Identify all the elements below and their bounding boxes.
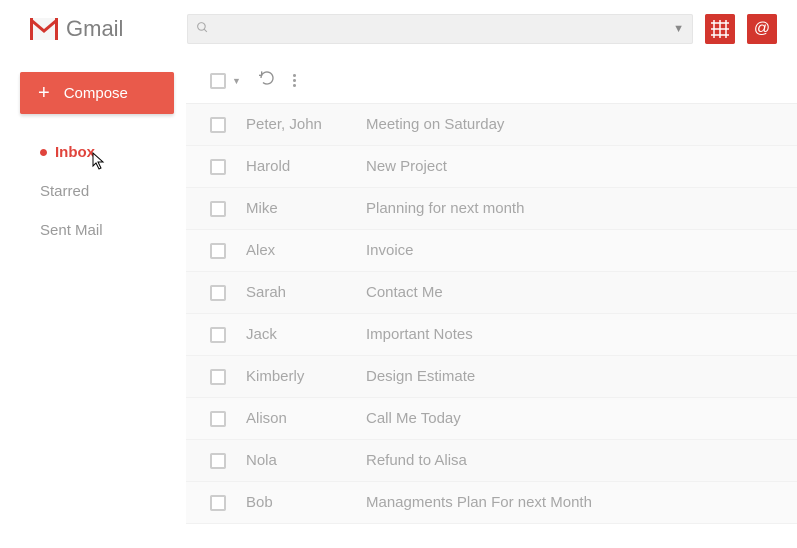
- mail-row[interactable]: Harold New Project: [186, 146, 797, 188]
- compose-label: Compose: [64, 85, 128, 102]
- mail-sender: Sarah: [246, 284, 346, 301]
- mail-row[interactable]: Jack Important Notes: [186, 314, 797, 356]
- mail-sender: Peter, John: [246, 116, 346, 133]
- mail-subject: Invoice: [366, 242, 414, 259]
- logo[interactable]: Gmail: [30, 16, 175, 42]
- nav-label: Starred: [40, 183, 89, 200]
- mail-subject: Contact Me: [366, 284, 443, 301]
- unread-dot-icon: [40, 149, 47, 156]
- row-checkbox[interactable]: [210, 369, 226, 385]
- row-checkbox[interactable]: [210, 453, 226, 469]
- mail-sender: Jack: [246, 326, 346, 343]
- search-input[interactable]: ▼: [187, 14, 693, 44]
- sidebar-item-inbox[interactable]: Inbox: [40, 144, 174, 161]
- gmail-logo-icon: [30, 18, 58, 40]
- select-all-checkbox[interactable]: [210, 73, 226, 89]
- row-checkbox[interactable]: [210, 243, 226, 259]
- sidebar-item-starred[interactable]: Starred: [40, 183, 174, 200]
- mail-sender: Alison: [246, 410, 346, 427]
- mail-row[interactable]: Alison Call Me Today: [186, 398, 797, 440]
- mail-subject: Call Me Today: [366, 410, 461, 427]
- mail-subject: Design Estimate: [366, 368, 475, 385]
- mail-subject: Refund to Alisa: [366, 452, 467, 469]
- mail-sender: Harold: [246, 158, 346, 175]
- row-checkbox[interactable]: [210, 117, 226, 133]
- mail-subject: Meeting on Saturday: [366, 116, 504, 133]
- mail-sender: Alex: [246, 242, 346, 259]
- row-checkbox[interactable]: [210, 201, 226, 217]
- row-checkbox[interactable]: [210, 159, 226, 175]
- more-icon[interactable]: [293, 74, 296, 87]
- mail-row[interactable]: Bob Managments Plan For next Month: [186, 482, 797, 524]
- refresh-icon[interactable]: [259, 70, 275, 91]
- header: Gmail ▼ @: [0, 0, 797, 58]
- sidebar: + Compose Inbox Starred Sent Mail: [0, 58, 186, 524]
- plus-icon: +: [38, 83, 50, 103]
- row-checkbox[interactable]: [210, 411, 226, 427]
- mail-subject: Managments Plan For next Month: [366, 494, 592, 511]
- search-icon: [196, 21, 209, 37]
- mail-toolbar: ▼: [186, 58, 797, 104]
- compose-button[interactable]: + Compose: [20, 72, 174, 114]
- mail-sender: Bob: [246, 494, 346, 511]
- mail-subject: Important Notes: [366, 326, 473, 343]
- at-sign-button[interactable]: @: [747, 14, 777, 44]
- mail-sender: Kimberly: [246, 368, 346, 385]
- sidebar-item-sent[interactable]: Sent Mail: [40, 222, 174, 239]
- search-dropdown-icon[interactable]: ▼: [673, 23, 684, 35]
- nav-list: Inbox Starred Sent Mail: [20, 144, 174, 239]
- mail-subject: Planning for next month: [366, 200, 524, 217]
- mail-row[interactable]: Peter, John Meeting on Saturday: [186, 104, 797, 146]
- mail-row[interactable]: Nola Refund to Alisa: [186, 440, 797, 482]
- mail-row[interactable]: Kimberly Design Estimate: [186, 356, 797, 398]
- mail-sender: Nola: [246, 452, 346, 469]
- select-all-dropdown-icon[interactable]: ▼: [232, 76, 241, 86]
- mail-row[interactable]: Sarah Contact Me: [186, 272, 797, 314]
- main-panel: ▼ Peter, John Meeting on Saturday Harold Ne…: [186, 58, 797, 524]
- product-name: Gmail: [66, 16, 123, 42]
- mail-subject: New Project: [366, 158, 447, 175]
- mail-row[interactable]: Mike Planning for next month: [186, 188, 797, 230]
- nav-label: Inbox: [55, 144, 95, 161]
- mail-row[interactable]: Alex Invoice: [186, 230, 797, 272]
- mail-list: Peter, John Meeting on Saturday Harold New …: [186, 104, 797, 524]
- row-checkbox[interactable]: [210, 495, 226, 511]
- grid-view-button[interactable]: [705, 14, 735, 44]
- row-checkbox[interactable]: [210, 285, 226, 301]
- mail-sender: Mike: [246, 200, 346, 217]
- row-checkbox[interactable]: [210, 327, 226, 343]
- nav-label: Sent Mail: [40, 222, 103, 239]
